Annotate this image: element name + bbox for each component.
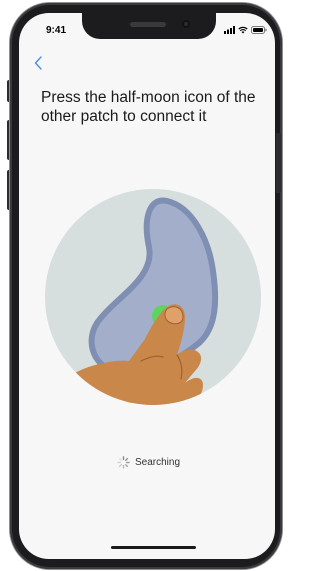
signal-icon	[224, 26, 235, 34]
spinner-icon	[117, 456, 130, 469]
notch	[82, 13, 216, 39]
battery-icon	[251, 26, 267, 34]
searching-label: Searching	[135, 457, 181, 468]
back-button[interactable]	[29, 53, 49, 73]
front-camera	[182, 20, 190, 28]
app-screen: 9:41 Press the half-moon icon of the oth…	[19, 13, 275, 559]
finger-pressing-patch-illustration	[45, 189, 261, 405]
status-icons	[224, 25, 267, 35]
chevron-left-icon	[34, 56, 42, 70]
fingernail	[164, 306, 184, 325]
searching-status: Searching	[117, 456, 180, 469]
power-button	[276, 133, 281, 193]
home-indicator[interactable]	[111, 546, 196, 549]
page-title: Press the half-moon icon of the other pa…	[41, 89, 256, 125]
status-time: 9:41	[46, 25, 67, 36]
wifi-icon	[238, 26, 248, 34]
earpiece-speaker	[130, 22, 166, 27]
